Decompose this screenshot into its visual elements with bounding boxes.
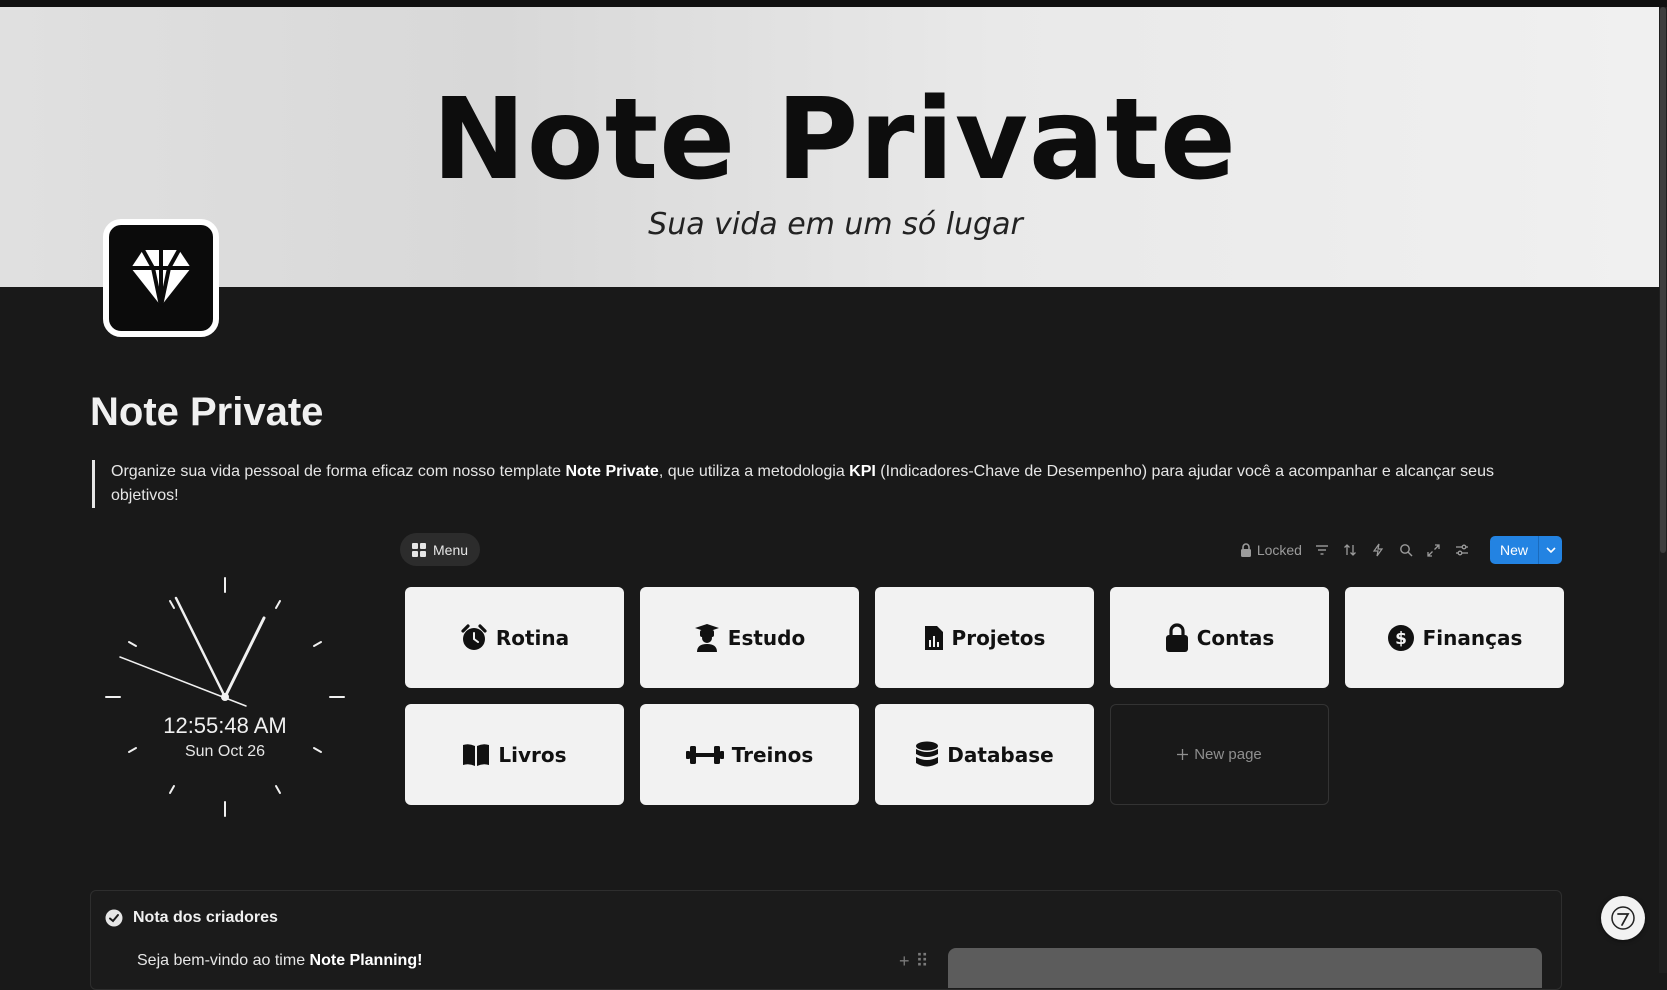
quote-bold-note-private: Note Private <box>565 463 659 480</box>
hour-hand <box>223 616 266 699</box>
drag-handle-icon[interactable]: ⠿ <box>916 951 929 972</box>
card-treinos[interactable]: Treinos <box>640 704 859 805</box>
card-financas[interactable]: $ Finanças <box>1345 587 1564 688</box>
callout-title: Nota dos criadores <box>105 909 278 927</box>
card-label: Contas <box>1196 625 1275 650</box>
card-label: Livros <box>498 742 567 767</box>
callout-text-prefix: Seja bem-vindo ao time <box>137 952 310 969</box>
new-page-label: New page <box>1194 746 1262 763</box>
card-estudo[interactable]: Estudo <box>640 587 859 688</box>
grid-icon <box>412 542 426 557</box>
cover-subtitle: Sua vida em um só lugar <box>648 207 1023 242</box>
clock-time: 12:55:48 AM <box>163 713 287 738</box>
graduate-icon <box>694 623 719 652</box>
add-block-icon[interactable]: + <box>899 951 910 972</box>
view-tab-label: Menu <box>433 541 469 558</box>
card-livros[interactable]: Livros <box>405 704 624 805</box>
check-circle-icon <box>105 909 123 927</box>
scrollbar-thumb[interactable] <box>1660 7 1666 553</box>
clock-date: Sun Oct 26 <box>184 743 266 760</box>
dumbbell-icon <box>685 745 724 764</box>
lock-icon <box>1165 622 1188 652</box>
quote-text: , que utiliza a metodologia <box>658 463 850 480</box>
cover-title: Note Private <box>432 75 1237 205</box>
card-label: Database <box>947 742 1054 767</box>
database-toolbar: Locked New <box>1240 536 1562 564</box>
card-rotina[interactable]: Rotina <box>405 587 624 688</box>
callout-text-bold: Note Planning! <box>309 952 423 969</box>
database-icon <box>916 741 939 766</box>
quote-text: Organize sua vida pessoal de forma efica… <box>111 463 566 480</box>
help-button[interactable] <box>1601 896 1645 940</box>
card-contas[interactable]: Contas <box>1110 587 1329 688</box>
locked-indicator[interactable]: Locked <box>1240 542 1302 558</box>
analog-clock <box>105 577 345 817</box>
card-label: Finanças <box>1422 625 1523 650</box>
cover-image[interactable]: Note Private Sua vida em um só lugar <box>0 7 1659 287</box>
page-title[interactable]: Note Private <box>90 390 323 435</box>
new-button-label[interactable]: New <box>1490 536 1538 564</box>
intro-quote[interactable]: Organize sua vida pessoal de forma efica… <box>92 460 1512 508</box>
chevron-down-icon[interactable] <box>1538 536 1562 564</box>
expand-icon[interactable] <box>1426 542 1442 558</box>
view-tab-menu[interactable]: Menu <box>400 533 481 566</box>
report-file-icon <box>924 625 943 650</box>
search-icon[interactable] <box>1398 542 1414 558</box>
card-label: Projetos <box>951 625 1046 650</box>
scrollbar[interactable] <box>1659 7 1667 973</box>
embedded-image-block[interactable] <box>948 948 1542 988</box>
callout-text[interactable]: Seja bem-vindo ao time Note Planning! <box>137 952 422 970</box>
card-label: Rotina <box>495 625 570 650</box>
quote-bold-kpi: KPI <box>849 463 876 480</box>
diamond-icon[interactable] <box>103 219 219 337</box>
filter-icon[interactable] <box>1314 542 1330 558</box>
card-label: Estudo <box>727 625 806 650</box>
card-database[interactable]: Database <box>875 704 1094 805</box>
callout-title-text: Nota dos criadores <box>133 909 278 926</box>
alarm-clock-icon <box>461 623 487 650</box>
locked-label: Locked <box>1256 542 1302 558</box>
window-top-bar <box>0 0 1667 7</box>
automation-bolt-icon[interactable] <box>1370 542 1386 558</box>
plus-icon <box>1177 749 1189 760</box>
svg-text:$: $ <box>1395 629 1407 649</box>
sort-icon[interactable] <box>1342 542 1358 558</box>
new-button[interactable]: New <box>1489 536 1562 564</box>
lock-icon <box>1240 543 1251 557</box>
open-book-icon <box>463 743 490 766</box>
settings-sliders-icon[interactable] <box>1454 542 1470 558</box>
creators-note-callout[interactable]: Nota dos criadores Seja bem-vindo ao tim… <box>90 890 1562 990</box>
card-projetos[interactable]: Projetos <box>875 587 1094 688</box>
dollar-circle-icon: $ <box>1387 624 1414 651</box>
card-label: Treinos <box>731 742 814 767</box>
new-page-card[interactable]: New page <box>1110 704 1329 805</box>
block-handles[interactable]: + ⠿ <box>899 951 929 972</box>
help-mascot-icon <box>1611 906 1635 930</box>
